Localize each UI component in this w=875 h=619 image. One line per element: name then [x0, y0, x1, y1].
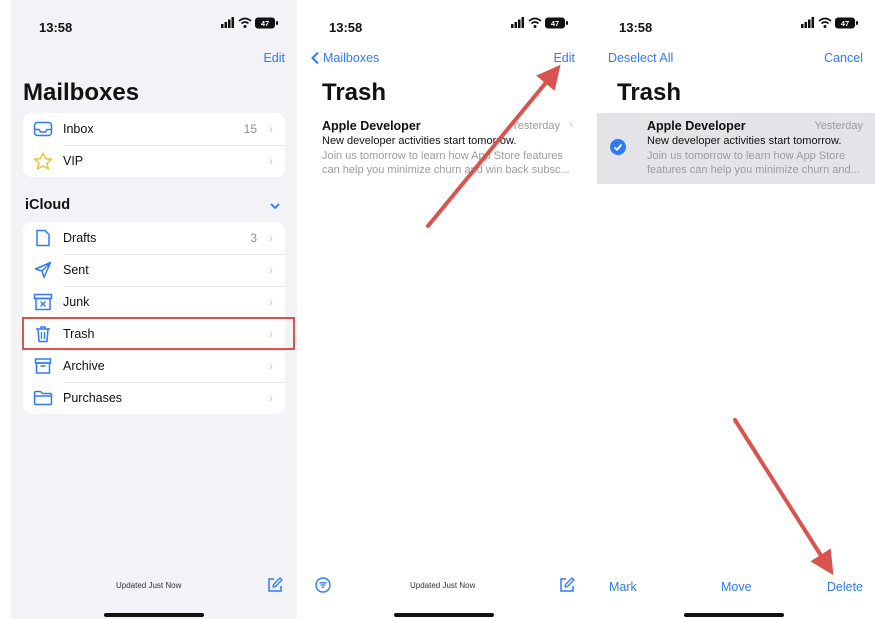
chevron-right-icon: › [269, 231, 273, 245]
message-sender: Apple Developer [322, 119, 421, 133]
inbox-icon [33, 121, 53, 137]
update-status: Updated Just Now [116, 581, 182, 590]
paper-plane-icon [34, 261, 52, 279]
trash-screen: 13:58 47 Mailboxes Edit Trash Apple Deve… [301, 0, 587, 619]
home-indicator [684, 613, 784, 617]
mailboxes-screen: 13:58 47 Edit Mailboxes Inbox 15 › VIP ›… [11, 0, 297, 619]
cancel-button[interactable]: Cancel [824, 51, 863, 65]
message-date: Yesterday [814, 120, 863, 132]
page-title: Mailboxes [23, 79, 140, 106]
status-time: 13:58 [619, 20, 653, 35]
chevron-right-icon: › [269, 391, 273, 405]
message-subject: New developer activities start tomorrow. [647, 135, 842, 147]
home-indicator [104, 613, 204, 617]
status-icons: 47 [511, 16, 569, 35]
status-bar: 13:58 47 [11, 0, 297, 48]
mailbox-label: VIP [63, 154, 84, 168]
chevron-left-icon[interactable] [310, 51, 320, 70]
section-title-icloud: iCloud [25, 197, 71, 213]
svg-text:47: 47 [841, 19, 849, 28]
status-icons: 47 [221, 16, 279, 35]
archive-box-icon [34, 358, 52, 374]
mailbox-label: Sent [63, 254, 285, 287]
signal-wifi-battery-icon: 47 [801, 17, 858, 29]
checkmark-icon[interactable] [610, 139, 626, 155]
mailbox-row-sent[interactable]: Sent › [23, 254, 285, 287]
message-preview-line1: Join us tomorrow to learn how App Store … [322, 150, 563, 162]
delete-button[interactable]: Delete [827, 580, 863, 594]
page-title: Trash [617, 79, 682, 106]
junk-box-icon [33, 293, 53, 311]
mark-button[interactable]: Mark [609, 580, 637, 594]
star-icon [33, 152, 53, 170]
mailbox-row-drafts[interactable]: Drafts 3 › [23, 222, 285, 255]
folder-icon [33, 390, 53, 406]
message-date: Yesterday [511, 120, 560, 132]
trash-edit-screen: 13:58 47 Deselect All Cancel Trash Apple… [591, 0, 875, 619]
svg-text:47: 47 [261, 19, 269, 28]
compose-icon[interactable] [267, 577, 283, 598]
unread-count: 15 [243, 122, 257, 136]
status-bar: 13:58 47 [591, 0, 875, 48]
back-button[interactable]: Mailboxes [323, 51, 379, 65]
filter-icon[interactable] [315, 577, 331, 598]
chevron-right-icon: › [269, 359, 273, 373]
chevron-down-icon[interactable] [269, 198, 281, 216]
edit-button[interactable]: Edit [263, 51, 285, 65]
status-time: 13:58 [39, 20, 73, 35]
mailbox-label: Archive [63, 350, 285, 383]
mailbox-row-vip[interactable]: VIP › [23, 145, 285, 177]
favorites-list: Inbox 15 › VIP › [23, 113, 285, 177]
message-sender: Apple Developer [647, 119, 746, 133]
status-icons: 47 [801, 16, 859, 35]
mailbox-label: Purchases [63, 391, 123, 405]
chevron-right-icon: › [269, 154, 273, 168]
edit-button[interactable]: Edit [553, 51, 575, 65]
compose-icon[interactable] [559, 577, 575, 598]
move-button[interactable]: Move [721, 580, 752, 594]
svg-text:47: 47 [551, 19, 559, 28]
update-status: Updated Just Now [410, 581, 476, 590]
page-title: Trash [322, 79, 387, 106]
message-preview-line2: can help you minimize churn and win back… [322, 164, 570, 176]
mailbox-row-archive[interactable]: Archive › [23, 350, 285, 383]
mailbox-row-inbox[interactable]: Inbox 15 › [23, 113, 285, 146]
home-indicator [394, 613, 494, 617]
chevron-right-icon: › [269, 263, 273, 277]
document-icon [36, 229, 50, 247]
chevron-right-icon: › [569, 119, 573, 131]
mailbox-label: Junk [63, 286, 285, 319]
mailbox-row-junk[interactable]: Junk › [23, 286, 285, 319]
trash-highlight-box [22, 317, 295, 350]
mailbox-row-purchases[interactable]: Purchases › [23, 382, 285, 414]
message-preview-line1: Join us tomorrow to learn how App Store [647, 150, 846, 162]
chevron-right-icon: › [269, 122, 273, 136]
message-preview-line2: features can help you minimize churn and… [647, 164, 860, 176]
status-time: 13:58 [329, 20, 363, 35]
deselect-all-button[interactable]: Deselect All [608, 51, 673, 65]
chevron-right-icon: › [269, 295, 273, 309]
status-bar: 13:58 47 [301, 0, 587, 48]
message-subject: New developer activities start tomorrow. [322, 135, 517, 147]
draft-count: 3 [250, 231, 257, 245]
signal-wifi-battery-icon: 47 [221, 17, 278, 29]
signal-wifi-battery-icon: 47 [511, 17, 568, 29]
